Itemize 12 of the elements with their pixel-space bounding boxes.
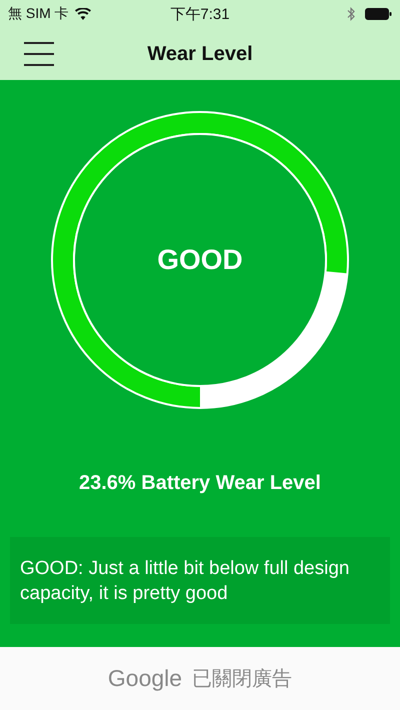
carrier-text: 無 SIM 卡 <box>8 5 69 23</box>
bluetooth-icon <box>347 7 355 21</box>
ad-closed-text: 已關閉廣告 <box>192 667 292 692</box>
ad-brand: Google <box>108 665 182 692</box>
wear-level-label: 23.6% Battery Wear Level <box>79 472 321 495</box>
menu-icon[interactable] <box>24 42 54 66</box>
status-message: GOOD: Just a little bit below full design capacity, it is pretty good <box>19 557 350 606</box>
status-time: 下午7:31 <box>170 4 230 24</box>
battery-icon <box>365 8 392 20</box>
wifi-icon <box>74 8 91 20</box>
gauge-status: GOOD <box>157 244 243 276</box>
page-title: Wear Level <box>147 42 253 66</box>
